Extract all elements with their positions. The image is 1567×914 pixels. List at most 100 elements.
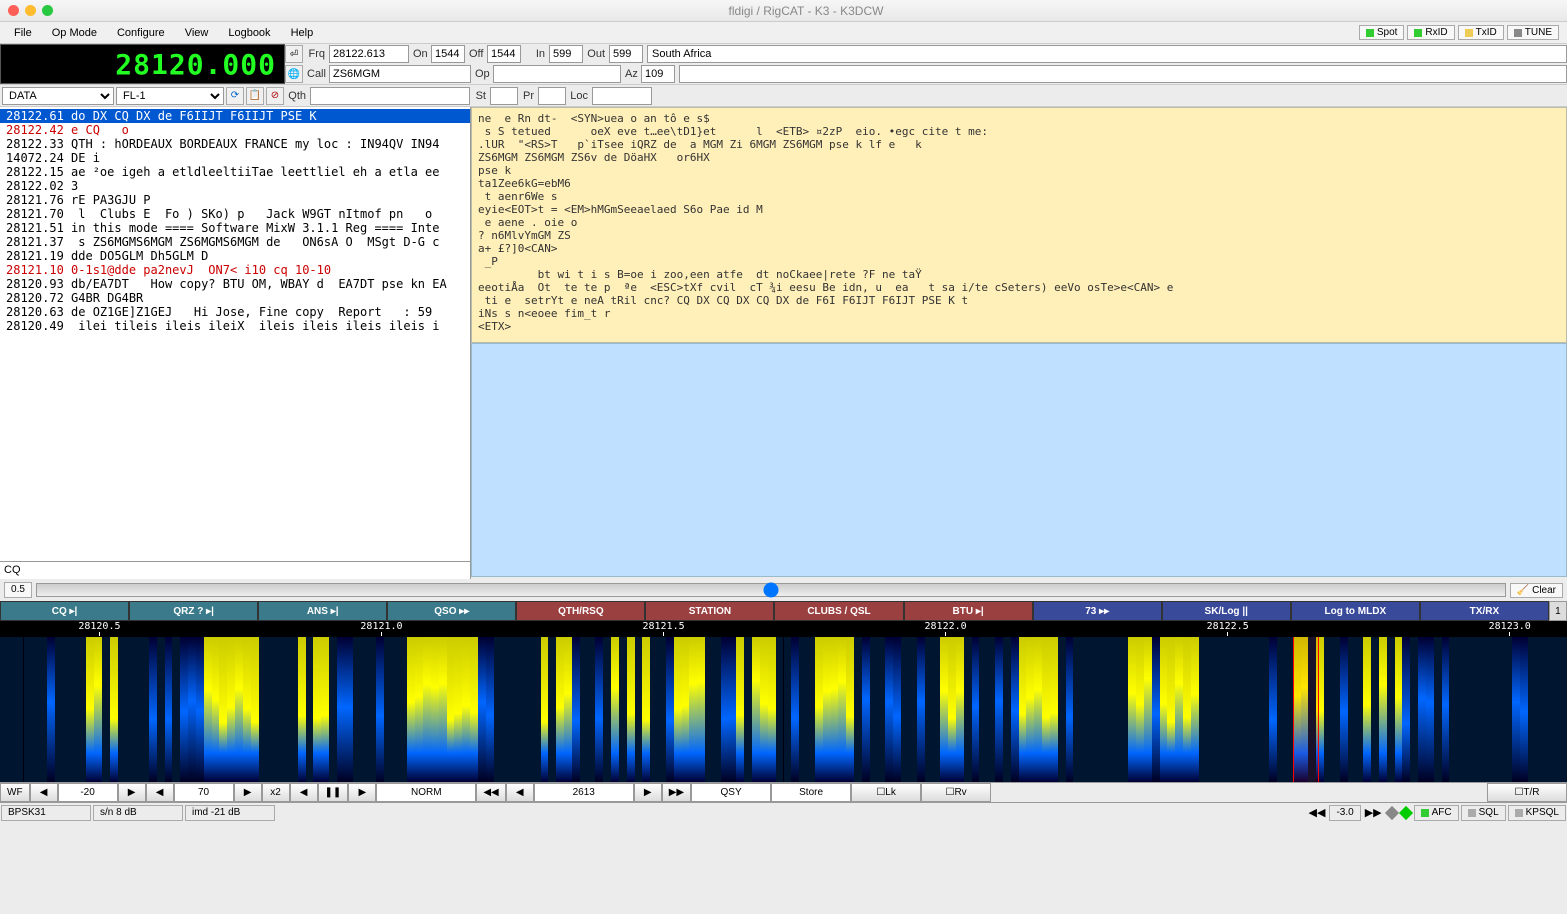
wf-zoom-button[interactable]: x2 [262, 783, 290, 802]
menu-logbook[interactable]: Logbook [218, 24, 280, 42]
az-input[interactable] [641, 65, 675, 83]
op-input[interactable] [493, 65, 621, 83]
spot-line[interactable]: 28121.37 s ZS6MGMS6MGM ZS6MGMS6MGM de ON… [0, 235, 470, 249]
menu-configure[interactable]: Configure [107, 24, 175, 42]
wf-center-right-icon[interactable]: ▶ [634, 783, 662, 802]
lock-checkbox[interactable]: ☐ Lk [851, 783, 921, 802]
tr-button[interactable]: ☐ T/R [1487, 783, 1567, 802]
spot-line[interactable]: 14072.24 DE i [0, 151, 470, 165]
afc-button[interactable]: AFC [1414, 805, 1459, 821]
spot-line[interactable]: 28121.19 dde DO5GLM Dh5GLM D [0, 249, 470, 263]
macro-log-to-mldx[interactable]: Log to MLDX [1291, 601, 1420, 621]
qth-input[interactable] [310, 87, 470, 105]
wf-pause-icon[interactable]: ❚❚ [318, 783, 349, 802]
frequency-display[interactable]: 28120.000 [0, 44, 285, 84]
call-lookup-icon[interactable]: 🌐 [285, 65, 303, 83]
macro-qso-[interactable]: QSO ▸▸ [387, 601, 516, 621]
wf-db-right-icon[interactable]: ▶ [118, 783, 146, 802]
wf-scroll-right-icon[interactable]: ▶ [348, 783, 376, 802]
freq-enter-icon[interactable]: ⏎ [285, 45, 303, 63]
on-input[interactable] [431, 45, 465, 63]
reverse-checkbox[interactable]: ☐ Rv [921, 783, 991, 802]
spot-line[interactable]: 28121.51 in this mode ==== Software MixW… [0, 221, 470, 235]
offset-up-icon[interactable]: ▶▶ [1362, 806, 1385, 819]
macro-sk-log-[interactable]: SK/Log || [1162, 601, 1291, 621]
clear-button[interactable]: 🧹Clear [1510, 583, 1563, 598]
kpsql-button[interactable]: KPSQL [1508, 805, 1566, 821]
receive-pane[interactable]: ne e Rn dt- <SYN>uea o an tô e s$ s S te… [471, 107, 1567, 343]
transmit-pane[interactable] [471, 343, 1567, 577]
offset-down-icon[interactable]: ◀◀ [1306, 806, 1329, 819]
wf-display-mode[interactable]: NORM [376, 783, 476, 802]
spot-line[interactable]: 28122.61 do DX CQ DX de F6IIJT F6IIJT PS… [0, 109, 470, 123]
mode-status[interactable]: BPSK31 [1, 805, 91, 821]
macro-page-number[interactable]: 1 [1549, 601, 1567, 621]
spot-line[interactable]: 28120.72 G4BR DG4BR [0, 291, 470, 305]
wf-center-rewind-icon[interactable]: ◀◀ [476, 783, 505, 802]
macro-qth-rsq[interactable]: QTH/RSQ [516, 601, 645, 621]
loc-input[interactable] [592, 87, 652, 105]
minimize-icon[interactable] [25, 5, 36, 16]
menu-help[interactable]: Help [281, 24, 324, 42]
spot-line[interactable]: 28120.93 db/EA7DT How copy? BTU OM, WBAY… [0, 277, 470, 291]
traffic-lights[interactable] [8, 5, 53, 16]
sql-button[interactable]: SQL [1461, 805, 1506, 821]
loc-label: Loc [566, 90, 592, 102]
waterfall-scale[interactable]: 28120.528121.028121.528122.028122.528123… [0, 621, 1567, 637]
filter-dropdown[interactable]: FL-1 [116, 87, 224, 105]
off-input[interactable] [487, 45, 521, 63]
cq-filter-label[interactable]: CQ [0, 561, 470, 579]
rxid-button[interactable]: RxID [1407, 25, 1454, 40]
macro-qrz-[interactable]: QRZ ? ▸| [129, 601, 258, 621]
in-input[interactable] [549, 45, 583, 63]
wf-range-left-icon[interactable]: ◀ [146, 783, 174, 802]
txid-button[interactable]: TxID [1458, 25, 1504, 40]
st-input[interactable] [490, 87, 518, 105]
wf-center-value[interactable]: 2613 [534, 783, 634, 802]
mode-dropdown[interactable]: DATA [2, 87, 114, 105]
wf-scroll-left-icon[interactable]: ◀ [290, 783, 318, 802]
macro-ans-[interactable]: ANS ▸| [258, 601, 387, 621]
macro-clubs-qsl[interactable]: CLUBS / QSL [774, 601, 903, 621]
spot-line[interactable]: 28121.10 0-1s1@dde pa2nevJ ON7< i10 cq 1… [0, 263, 470, 277]
spot-line[interactable]: 28122.42 e CQ o [0, 123, 470, 137]
macro-station[interactable]: STATION [645, 601, 774, 621]
log-button-icon[interactable]: 📋 [246, 87, 264, 105]
menu-view[interactable]: View [175, 24, 219, 42]
clear-log-icon[interactable]: ⊘ [266, 87, 284, 105]
waterfall-cursor[interactable] [1293, 637, 1319, 782]
frq-input[interactable] [329, 45, 409, 63]
tune-button[interactable]: TUNE [1507, 25, 1559, 40]
waterfall-display[interactable] [0, 637, 1567, 782]
spot-line[interactable]: 28120.49 ilei tileis ileis ileiX ileis i… [0, 319, 470, 333]
maximize-icon[interactable] [42, 5, 53, 16]
macro-btu-[interactable]: BTU ▸| [904, 601, 1033, 621]
spot-button[interactable]: Spot [1359, 25, 1405, 40]
store-button[interactable]: Store [771, 783, 851, 802]
notes-field[interactable] [679, 65, 1567, 83]
wf-range-right-icon[interactable]: ▶ [234, 783, 262, 802]
spot-line[interactable]: 28122.33 QTH : hORDEAUX BORDEAUX FRANCE … [0, 137, 470, 151]
wf-db-left-icon[interactable]: ◀ [30, 783, 58, 802]
wf-center-fforward-icon[interactable]: ▶▶ [662, 783, 691, 802]
wf-mode-button[interactable]: WF [0, 783, 30, 802]
spot-line[interactable]: 28121.76 rE PA3GJU P [0, 193, 470, 207]
call-input[interactable] [329, 65, 471, 83]
qsy-button[interactable]: QSY [691, 783, 771, 802]
spot-line[interactable]: 28120.63 de OZ1GE]Z1GEJ Hi Jose, Fine co… [0, 305, 470, 319]
spot-line[interactable]: 28121.70 l Clubs E Fo ) SKo) p Jack W9GT… [0, 207, 470, 221]
spot-line[interactable]: 28122.15 ae ²oe igeh a etldleeltiiTae le… [0, 165, 470, 179]
wf-center-left-icon[interactable]: ◀ [506, 783, 534, 802]
spot-list[interactable]: 28122.61 do DX CQ DX de F6IIJT F6IIJT PS… [0, 107, 470, 561]
macro-73-[interactable]: 73 ▸▸ [1033, 601, 1162, 621]
close-icon[interactable] [8, 5, 19, 16]
macro-cq-[interactable]: CQ ▸| [0, 601, 129, 621]
out-input[interactable] [609, 45, 643, 63]
menu-file[interactable]: File [4, 24, 42, 42]
pr-input[interactable] [538, 87, 566, 105]
tune-button-icon[interactable]: ⟳ [226, 87, 244, 105]
threshold-slider[interactable] [36, 583, 1506, 597]
menu-op-mode[interactable]: Op Mode [42, 24, 107, 42]
spot-line[interactable]: 28122.02 3 [0, 179, 470, 193]
macro-tx-rx[interactable]: TX/RX [1420, 601, 1549, 621]
